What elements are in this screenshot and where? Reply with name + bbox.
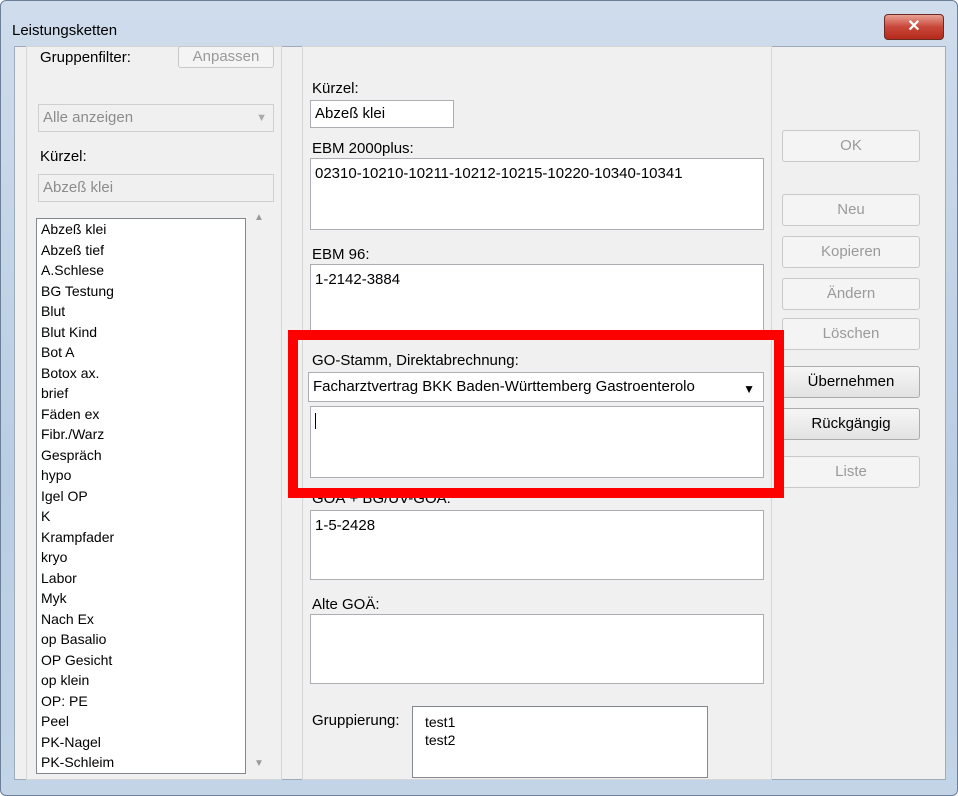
scroll-up-icon[interactable]: ▲: [254, 212, 264, 223]
list-item[interactable]: kryo: [37, 547, 245, 568]
list-item[interactable]: op klein: [37, 670, 245, 691]
kuerzel-filter-input[interactable]: Abzeß klei: [38, 174, 274, 202]
highlight-box: [288, 330, 784, 498]
list-item[interactable]: Nach Ex: [37, 609, 245, 630]
goae-textarea[interactable]: 1-5-2428: [310, 510, 764, 580]
list-item[interactable]: brief: [37, 383, 245, 404]
list-item[interactable]: OP: PE: [37, 691, 245, 712]
list-scrollbar[interactable]: ▲ ▼: [248, 208, 272, 774]
list-item[interactable]: Botox ax.: [37, 363, 245, 384]
list-item[interactable]: PK-Schleim: [37, 752, 245, 773]
undo-button[interactable]: Rückgängig: [782, 408, 920, 440]
gruppierung-item[interactable]: test2: [413, 731, 707, 749]
gruppierung-item[interactable]: test1: [413, 713, 707, 731]
ebm96-textarea[interactable]: 1-2142-3884: [310, 264, 764, 336]
chevron-down-icon: ▼: [256, 112, 267, 124]
ok-button[interactable]: OK: [782, 130, 920, 162]
list-item[interactable]: Blut: [37, 301, 245, 322]
close-button[interactable]: ✕: [884, 14, 944, 40]
group-filter-value: Alle anzeigen: [43, 109, 134, 126]
list-item[interactable]: K: [37, 506, 245, 527]
list-item[interactable]: A.Schlese: [37, 260, 245, 281]
list-item[interactable]: Fibr./Warz: [37, 424, 245, 445]
gruppierung-label: Gruppierung:: [312, 712, 400, 729]
close-icon: ✕: [907, 18, 921, 35]
apply-button[interactable]: Übernehmen: [782, 366, 920, 398]
copy-button[interactable]: Kopieren: [782, 236, 920, 268]
list-item[interactable]: Blut Kind: [37, 322, 245, 343]
list-item[interactable]: BG Testung: [37, 281, 245, 302]
ebm2000-label: EBM 2000plus:: [312, 140, 414, 157]
list-item[interactable]: Labor: [37, 568, 245, 589]
list-item[interactable]: Igel OP: [37, 486, 245, 507]
list-item[interactable]: Gespräch: [37, 445, 245, 466]
list-item[interactable]: PK-Nagel: [37, 732, 245, 753]
alte-goae-label: Alte GOÄ:: [312, 596, 380, 613]
group-filter-label: Gruppenfilter:: [40, 49, 131, 66]
gruppierung-list[interactable]: test1 test2: [412, 706, 708, 778]
scroll-down-icon[interactable]: ▼: [254, 758, 264, 769]
list-item[interactable]: Abzeß tief: [37, 240, 245, 261]
list-item[interactable]: Myk: [37, 588, 245, 609]
list-item[interactable]: Abzeß klei: [37, 219, 245, 240]
list-item[interactable]: op Basalio: [37, 629, 245, 650]
ebm96-label: EBM 96:: [312, 246, 370, 263]
adjust-button[interactable]: Anpassen: [178, 46, 274, 68]
alte-goae-textarea[interactable]: [310, 614, 764, 684]
list-item[interactable]: Fäden ex: [37, 404, 245, 425]
list-item[interactable]: Bot A: [37, 342, 245, 363]
list-item[interactable]: hypo: [37, 465, 245, 486]
leistungskette-list[interactable]: Abzeß klei Abzeß tief A.Schlese BG Testung B…: [36, 218, 246, 774]
ebm2000-textarea[interactable]: 02310-10210-10211-10212-10215-10220-1034…: [310, 158, 764, 230]
list-item[interactable]: Peel: [37, 711, 245, 732]
new-button[interactable]: Neu: [782, 194, 920, 226]
window-title: Leistungsketten: [12, 22, 118, 39]
kuerzel-input[interactable]: Abzeß klei: [310, 100, 454, 128]
edit-button[interactable]: Ändern: [782, 278, 920, 310]
kuerzel-label: Kürzel:: [312, 80, 359, 97]
kuerzel-filter-label: Kürzel:: [40, 148, 87, 165]
list-button[interactable]: Liste: [782, 456, 920, 488]
group-filter-select[interactable]: Alle anzeigen ▼: [38, 104, 274, 132]
list-item[interactable]: Krampfader: [37, 527, 245, 548]
list-item[interactable]: OP Gesicht: [37, 650, 245, 671]
delete-button[interactable]: Löschen: [782, 318, 920, 350]
